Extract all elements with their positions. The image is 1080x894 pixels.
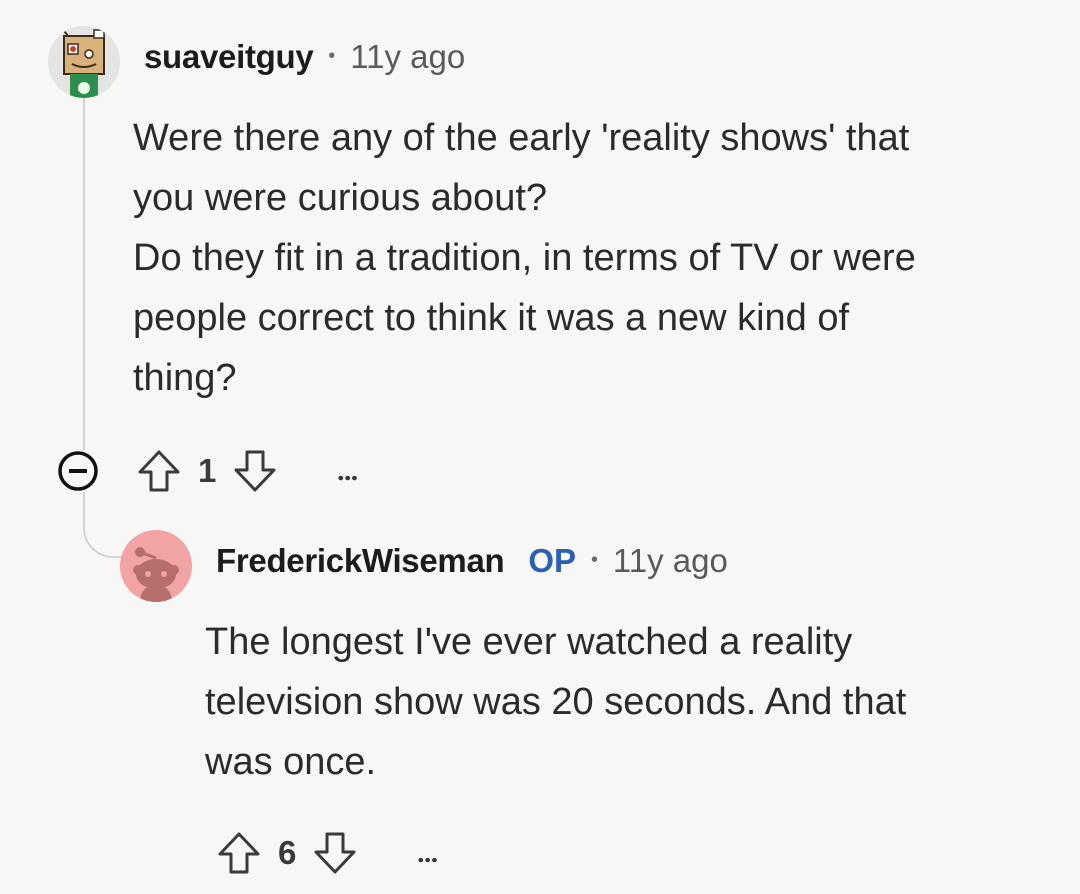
comment-text-line: The longest I've ever watched a reality bbox=[205, 621, 853, 663]
op-badge: OP bbox=[528, 542, 577, 579]
comment-body: The longest I've ever watched a reality … bbox=[205, 612, 1045, 792]
comment-actions: 1 … bbox=[56, 446, 360, 496]
vote-score: 1 bbox=[198, 452, 217, 489]
downvote-button[interactable] bbox=[310, 828, 360, 878]
comment-actions: 6 … bbox=[214, 826, 440, 880]
downvote-arrow-icon bbox=[314, 832, 356, 874]
downvote-button[interactable] bbox=[230, 446, 280, 496]
username-link[interactable]: suaveitguy bbox=[144, 38, 314, 76]
default-snoo-avatar-icon bbox=[120, 530, 192, 602]
more-options-button[interactable]: … bbox=[336, 456, 359, 486]
comment-text-line: you were curious about? bbox=[133, 177, 548, 219]
separator-dot: • bbox=[590, 546, 599, 576]
comment-text-line: television show was 20 seconds. And that bbox=[205, 681, 907, 723]
username-link[interactable]: FrederickWiseman bbox=[216, 542, 505, 580]
upvote-arrow-icon bbox=[218, 832, 260, 874]
comment-text-line: thing? bbox=[133, 357, 237, 399]
comment-text-line: Were there any of the early 'reality sho… bbox=[133, 117, 910, 159]
avatar[interactable] bbox=[48, 26, 120, 98]
comment-age: 11y ago bbox=[612, 542, 728, 579]
more-options-button[interactable]: … bbox=[416, 838, 439, 868]
collapse-thread-button[interactable] bbox=[56, 449, 100, 493]
comment-text-line: was once. bbox=[205, 741, 377, 783]
comment-header: FrederickWiseman OP • 11y ago bbox=[216, 538, 728, 584]
comment-header: suaveitguy • 11y ago bbox=[144, 34, 465, 80]
vote-score: 6 bbox=[278, 834, 297, 871]
downvote-arrow-icon bbox=[234, 450, 276, 492]
comment-text-line: people correct to think it was a new kin… bbox=[133, 297, 850, 339]
comment-body: Were there any of the early 'reality sho… bbox=[133, 108, 1033, 408]
comment-age: 11y ago bbox=[350, 38, 466, 75]
thread-line bbox=[83, 98, 85, 450]
upvote-arrow-icon bbox=[138, 450, 180, 492]
upvote-button[interactable] bbox=[214, 828, 264, 878]
separator-dot: • bbox=[327, 42, 337, 72]
upvote-button[interactable] bbox=[134, 446, 184, 496]
thread-connector bbox=[83, 492, 125, 558]
snoo-boxhead-avatar-icon bbox=[48, 26, 120, 98]
comment-text-line: Do they fit in a tradition, in terms of … bbox=[133, 237, 916, 279]
collapse-minus-icon bbox=[58, 451, 98, 491]
avatar[interactable] bbox=[120, 530, 192, 602]
